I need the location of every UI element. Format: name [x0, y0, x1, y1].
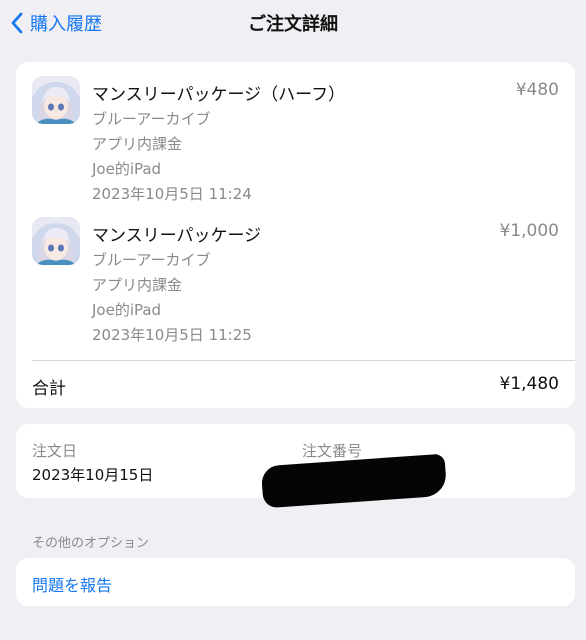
item-date: 2023年10月5日 11:24: [92, 185, 252, 203]
total-value: ¥1,480: [499, 374, 559, 394]
page-title: ご注文詳細: [248, 14, 338, 35]
divider: [32, 360, 575, 361]
item-date: 2023年10月5日 11:25: [92, 326, 252, 344]
item-name: マンスリーパッケージ（ハーフ）: [92, 85, 346, 105]
item-device: Joe的iPad: [92, 160, 162, 178]
total-label: 合計: [32, 379, 66, 399]
item-device: Joe的iPad: [92, 301, 162, 319]
options-section-header: その他のオプション: [32, 536, 150, 551]
purchase-item[interactable]: マンスリーパッケージ ¥1,000 ブルーアーカイブ アプリ内課金 Joe的iP…: [16, 203, 575, 344]
item-price: ¥1,000: [499, 221, 559, 241]
report-problem-button[interactable]: 問題を報告: [16, 558, 575, 606]
app-icon: [32, 76, 80, 124]
order-date-value: 2023年10月15日: [32, 466, 154, 484]
item-price: ¥480: [515, 80, 559, 100]
item-type: アプリ内課金: [92, 276, 183, 294]
report-problem-label: 問題を報告: [32, 576, 113, 595]
purchase-item[interactable]: マンスリーパッケージ（ハーフ） ¥480 ブルーアーカイブ アプリ内課金 Joe…: [16, 62, 575, 203]
navigation-bar: 購入履歴 ご注文詳細: [0, 0, 586, 46]
item-developer: ブルーアーカイブ: [92, 110, 211, 128]
order-date-label: 注文日: [32, 442, 78, 460]
purchase-items-card: マンスリーパッケージ（ハーフ） ¥480 ブルーアーカイブ アプリ内課金 Joe…: [16, 62, 575, 408]
item-developer: ブルーアーカイブ: [92, 251, 211, 269]
app-icon: [32, 217, 80, 265]
item-name: マンスリーパッケージ: [92, 226, 262, 246]
order-number-label: 注文番号: [302, 442, 363, 460]
item-type: アプリ内課金: [92, 135, 183, 153]
